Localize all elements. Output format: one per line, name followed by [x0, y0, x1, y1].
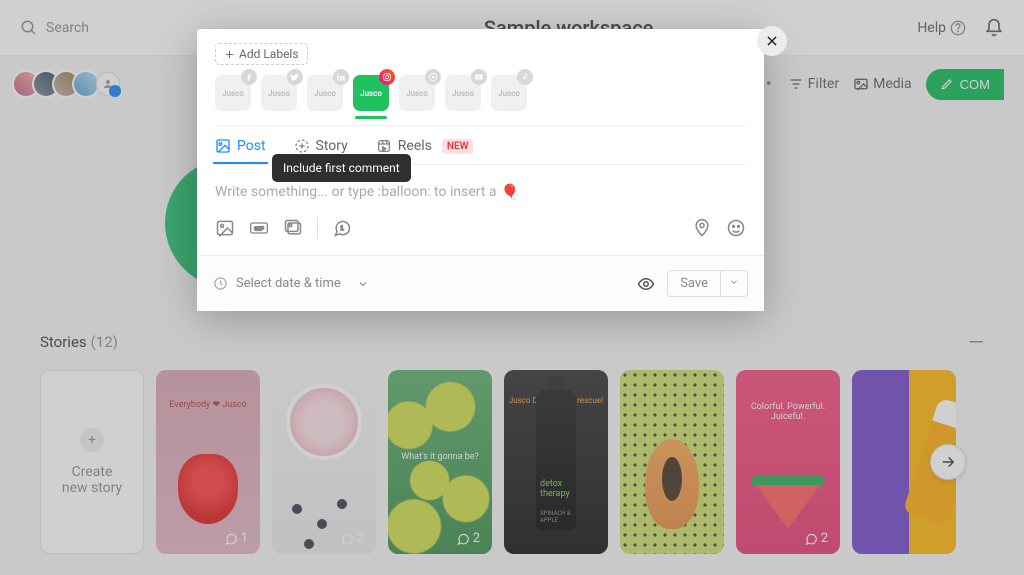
save-button[interactable]: Save [668, 271, 720, 296]
facebook-icon [241, 69, 257, 85]
account-youtube[interactable]: Jusco [445, 75, 481, 111]
close-icon [765, 34, 779, 48]
select-date-button[interactable]: Select date & time [236, 276, 341, 291]
location-tool-icon[interactable] [692, 218, 712, 238]
chevron-down-icon[interactable] [357, 278, 369, 290]
compose-placeholder: Write something... or type :balloon: to … [215, 183, 746, 201]
accounts-row: Jusco Jusco Jusco Jusco Jusco Jusco Jusc… [197, 65, 764, 125]
balloon-icon: 🎈 [501, 183, 520, 201]
clock-icon [213, 276, 228, 291]
svg-text:GIF: GIF [254, 227, 264, 233]
plus-icon [224, 49, 235, 60]
gif-tool-icon[interactable]: GIF [249, 218, 269, 238]
youtube-icon [471, 69, 487, 85]
compose-tools: GIF 1 [197, 213, 764, 255]
account-linkedin[interactable]: Jusco [307, 75, 343, 111]
gallery-tool-icon[interactable] [283, 218, 303, 238]
compose-area[interactable]: Include first comment Write something...… [197, 165, 764, 213]
compose-modal: Add Labels Jusco Jusco Jusco Jusco Jusco… [197, 29, 764, 311]
add-labels-button[interactable]: Add Labels [215, 43, 308, 65]
save-button-group: Save [667, 270, 748, 297]
new-badge: NEW [442, 139, 474, 154]
svg-text:1: 1 [340, 225, 344, 232]
reels-icon [376, 138, 392, 154]
close-button[interactable] [757, 26, 787, 56]
instagram-icon [379, 69, 395, 85]
account-instagram[interactable]: Jusco [353, 75, 389, 111]
first-comment-tool-icon[interactable]: 1 [332, 218, 352, 238]
save-dropdown[interactable] [720, 271, 747, 296]
tiktok-icon [517, 69, 533, 85]
tooltip: Include first comment [272, 154, 411, 182]
image-tool-icon[interactable] [215, 218, 235, 238]
account-pinterest[interactable]: Jusco [399, 75, 435, 111]
tab-post[interactable]: Post [215, 138, 266, 164]
account-tiktok[interactable]: Jusco [491, 75, 527, 111]
linkedin-icon [333, 69, 349, 85]
post-icon [215, 138, 231, 154]
twitter-icon [287, 69, 303, 85]
divider [317, 217, 318, 239]
preview-icon[interactable] [637, 275, 655, 293]
modal-footer: Select date & time Save [197, 255, 764, 311]
pinterest-icon [425, 69, 441, 85]
chevron-down-icon [729, 277, 739, 287]
story-icon [294, 138, 310, 154]
account-facebook[interactable]: Jusco [215, 75, 251, 111]
emoji-tool-icon[interactable] [726, 218, 746, 238]
account-twitter[interactable]: Jusco [261, 75, 297, 111]
